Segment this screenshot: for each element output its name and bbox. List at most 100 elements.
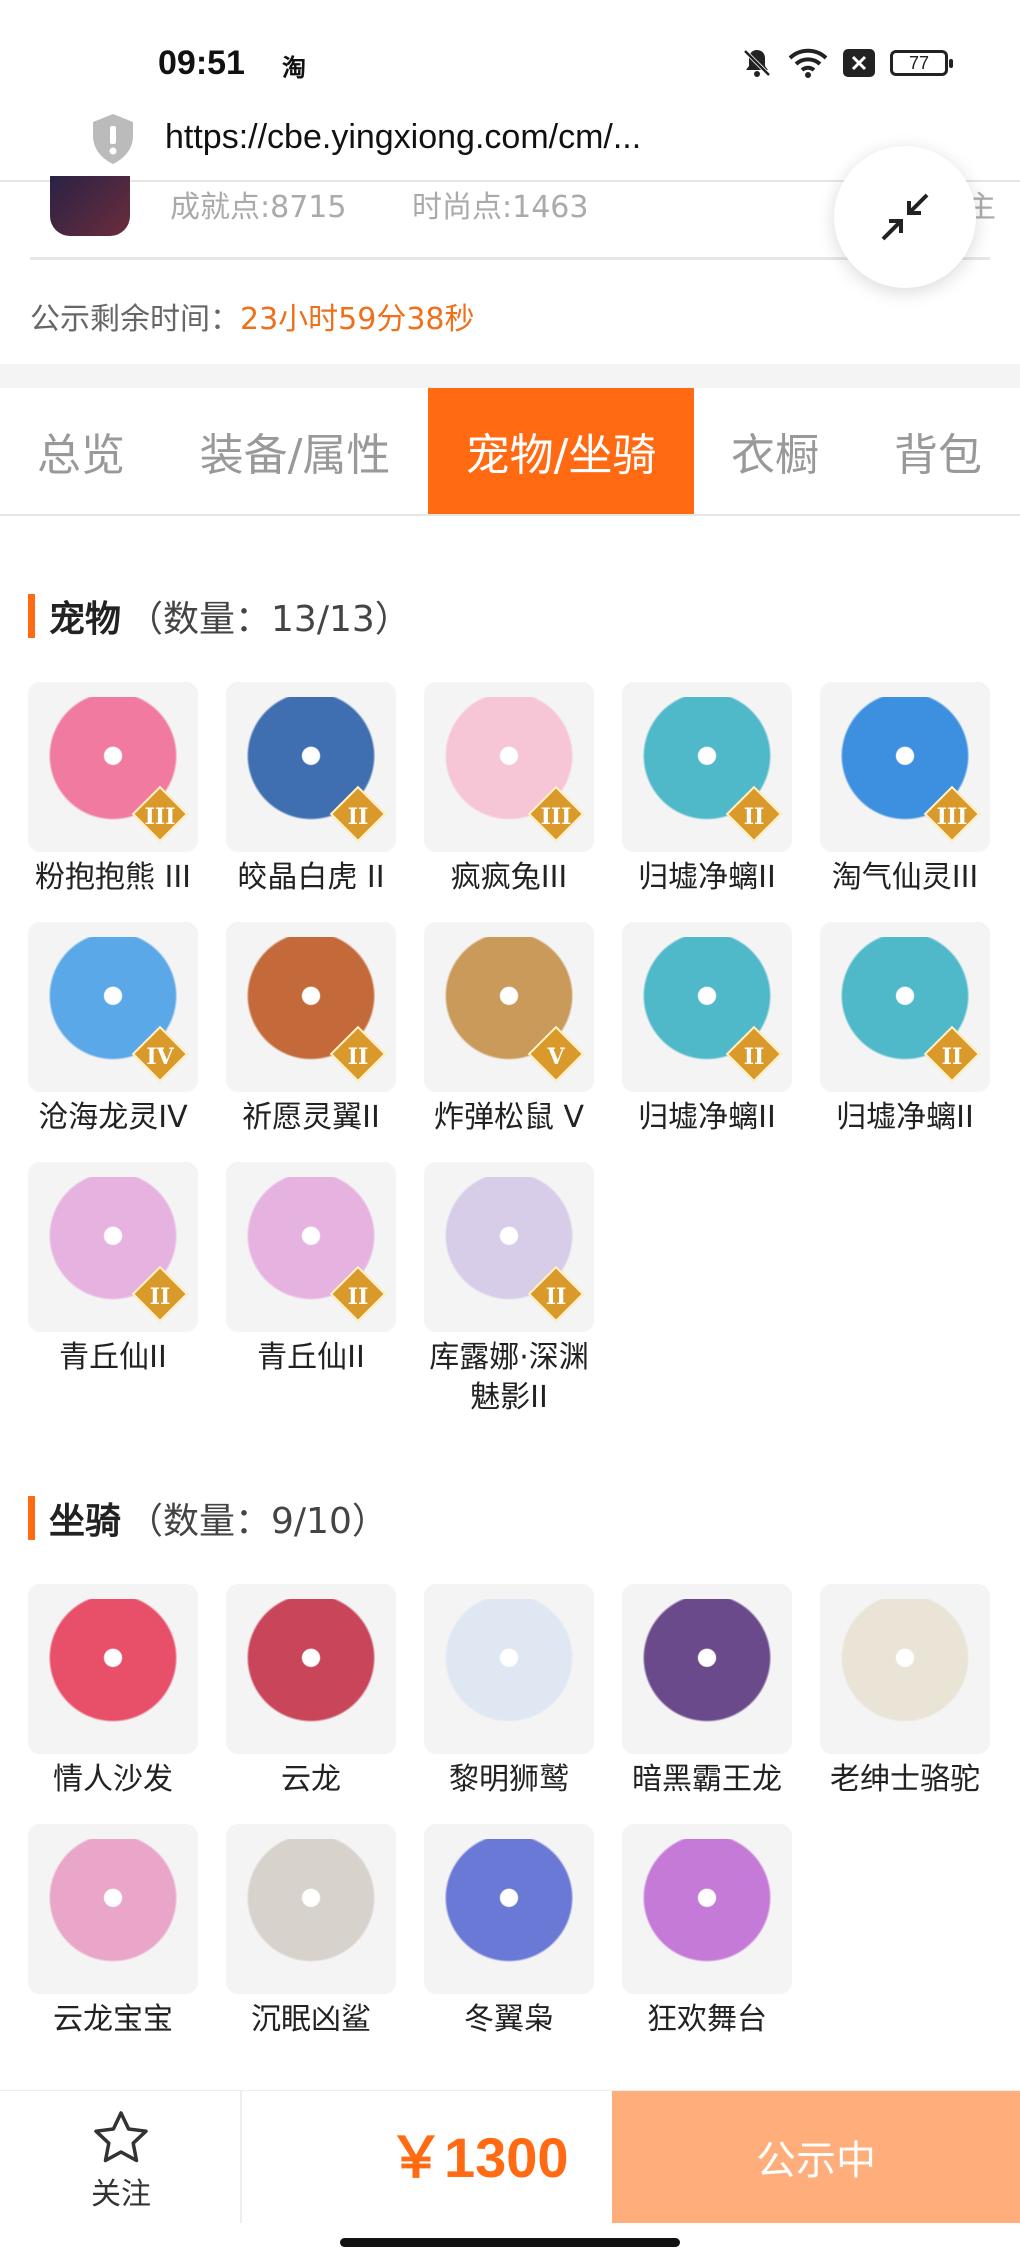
mounts-item[interactable]: 沉眠凶鲨	[226, 1824, 396, 2040]
pets-thumbnail: III	[28, 682, 198, 852]
fashion-points: 时尚点:1463	[412, 190, 589, 225]
mute-icon	[743, 49, 771, 77]
pets-thumbnail: II	[28, 1162, 198, 1332]
pets-name: 疯疯兔III	[450, 860, 568, 895]
tab-equipment[interactable]: 装备/属性	[162, 388, 428, 514]
mounts-name: 狂欢舞台	[647, 2002, 767, 2037]
url-text[interactable]: https://cbe.yingxiong.com/cm/...	[165, 118, 641, 157]
mounts-image	[43, 1599, 183, 1739]
pets-item[interactable]: IV 沧海龙灵IV	[28, 922, 198, 1138]
mounts-item[interactable]: 云龙	[226, 1584, 396, 1800]
pets-heading: 宠物 （数量：13/13）	[28, 590, 411, 642]
countdown: 公示剩余时间：23小时59分38秒	[30, 294, 475, 338]
pets-item[interactable]: III 淘气仙灵III	[820, 682, 990, 898]
mounts-image	[241, 1599, 381, 1739]
mounts-item[interactable]: 冬翼枭	[424, 1824, 594, 2040]
mounts-image	[439, 1599, 579, 1739]
mounts-name: 云龙宝宝	[53, 2002, 173, 2037]
price: ￥1300	[388, 2126, 569, 2189]
pets-item[interactable]: II 归墟净螭II	[622, 682, 792, 898]
tier-label: III	[540, 803, 572, 830]
pets-thumbnail: II	[622, 922, 792, 1092]
tier-label: II	[743, 1043, 765, 1070]
mounts-image	[439, 1839, 579, 1979]
tab-wardrobe[interactable]: 衣橱	[694, 388, 856, 514]
tab-backpack[interactable]: 背包	[856, 388, 1020, 514]
pets-title: 宠物	[49, 599, 122, 640]
countdown-value: 23小时59分38秒	[240, 302, 475, 337]
public-status-button[interactable]: 公示中	[612, 2091, 1020, 2223]
tab-overview[interactable]: 总览	[0, 388, 162, 514]
sim-off-icon	[843, 49, 875, 77]
collapse-button[interactable]	[834, 146, 976, 288]
taobao-notification-icon: 淘	[282, 54, 306, 82]
mounts-count: （数量：9/10）	[127, 1501, 388, 1542]
pets-name: 青丘仙II	[257, 1340, 365, 1375]
mounts-image	[241, 1839, 381, 1979]
pets-name: 皎晶白虎 II	[237, 860, 385, 895]
pets-item[interactable]: II 祈愿灵翼II	[226, 922, 396, 1138]
shield-icon	[93, 114, 133, 164]
mounts-item[interactable]: 云龙宝宝	[28, 1824, 198, 2040]
mounts-thumbnail	[820, 1584, 990, 1754]
mounts-item[interactable]: 黎明狮鹫	[424, 1584, 594, 1800]
pets-name: 沧海龙灵IV	[38, 1100, 188, 1135]
mounts-image	[43, 1839, 183, 1979]
countdown-label: 公示剩余时间：	[30, 302, 240, 337]
tier-label: II	[941, 1043, 963, 1070]
section-divider	[0, 364, 1020, 388]
tier-label: IV	[146, 1043, 174, 1070]
mounts-name: 情人沙发	[53, 1762, 173, 1797]
mounts-image	[835, 1599, 975, 1739]
pets-thumbnail: II	[622, 682, 792, 852]
mounts-heading: 坐骑 （数量：9/10）	[28, 1492, 388, 1544]
pets-thumbnail: II	[820, 922, 990, 1092]
mounts-name: 冬翼枭	[464, 2002, 554, 2037]
avatar	[50, 176, 130, 236]
wifi-icon	[788, 48, 828, 78]
pets-thumbnail: II	[226, 922, 396, 1092]
pets-name: 归墟净螭II	[638, 860, 776, 895]
mounts-name: 老绅士骆驼	[830, 1762, 980, 1797]
follow-label: 关注	[91, 2177, 151, 2212]
mounts-name: 黎明狮鹫	[449, 1762, 569, 1797]
mounts-thumbnail	[424, 1824, 594, 1994]
pets-thumbnail: III	[424, 682, 594, 852]
pets-item[interactable]: V 炸弹松鼠 V	[424, 922, 594, 1138]
mounts-name: 云龙	[281, 1762, 341, 1797]
status-time: 09:51	[158, 44, 245, 82]
pets-item[interactable]: II 皎晶白虎 II	[226, 682, 396, 898]
tier-label: V	[547, 1043, 565, 1070]
collapse-arrows-icon	[881, 193, 929, 241]
home-indicator	[340, 2238, 680, 2247]
mounts-item[interactable]: 狂欢舞台	[622, 1824, 792, 2040]
tier-label: II	[743, 803, 765, 830]
pets-thumbnail: II	[226, 682, 396, 852]
pets-item[interactable]: II 归墟净螭II	[622, 922, 792, 1138]
bottom-action-bar: 关注 ￥1300 公示中	[0, 2090, 1020, 2223]
pets-name: 归墟净螭II	[638, 1100, 776, 1135]
heading-accent	[28, 594, 35, 638]
mounts-item[interactable]: 暗黑霸王龙	[622, 1584, 792, 1800]
tier-label: III	[144, 803, 176, 830]
pets-item[interactable]: III 疯疯兔III	[424, 682, 594, 898]
pets-item[interactable]: II 青丘仙II	[226, 1162, 396, 1378]
pets-name: 青丘仙II	[59, 1340, 167, 1375]
tab-pets-mounts[interactable]: 宠物/坐骑	[428, 388, 694, 514]
pets-thumbnail: V	[424, 922, 594, 1092]
mounts-item[interactable]: 老绅士骆驼	[820, 1584, 990, 1800]
mounts-image	[637, 1839, 777, 1979]
mounts-thumbnail	[226, 1584, 396, 1754]
mounts-thumbnail	[28, 1584, 198, 1754]
pets-item[interactable]: II 库露娜·深渊魅影II	[424, 1162, 594, 1418]
pets-name: 炸弹松鼠 V	[433, 1100, 585, 1135]
follow-button[interactable]: 关注	[0, 2091, 242, 2223]
mounts-thumbnail	[226, 1824, 396, 1994]
pets-item[interactable]: II 青丘仙II	[28, 1162, 198, 1378]
pets-thumbnail: II	[226, 1162, 396, 1332]
tier-label: II	[149, 1283, 171, 1310]
achievement-points: 成就点:8715	[170, 190, 347, 225]
mounts-item[interactable]: 情人沙发	[28, 1584, 198, 1800]
pets-item[interactable]: II 归墟净螭II	[820, 922, 990, 1138]
pets-item[interactable]: III 粉抱抱熊 III	[28, 682, 198, 898]
